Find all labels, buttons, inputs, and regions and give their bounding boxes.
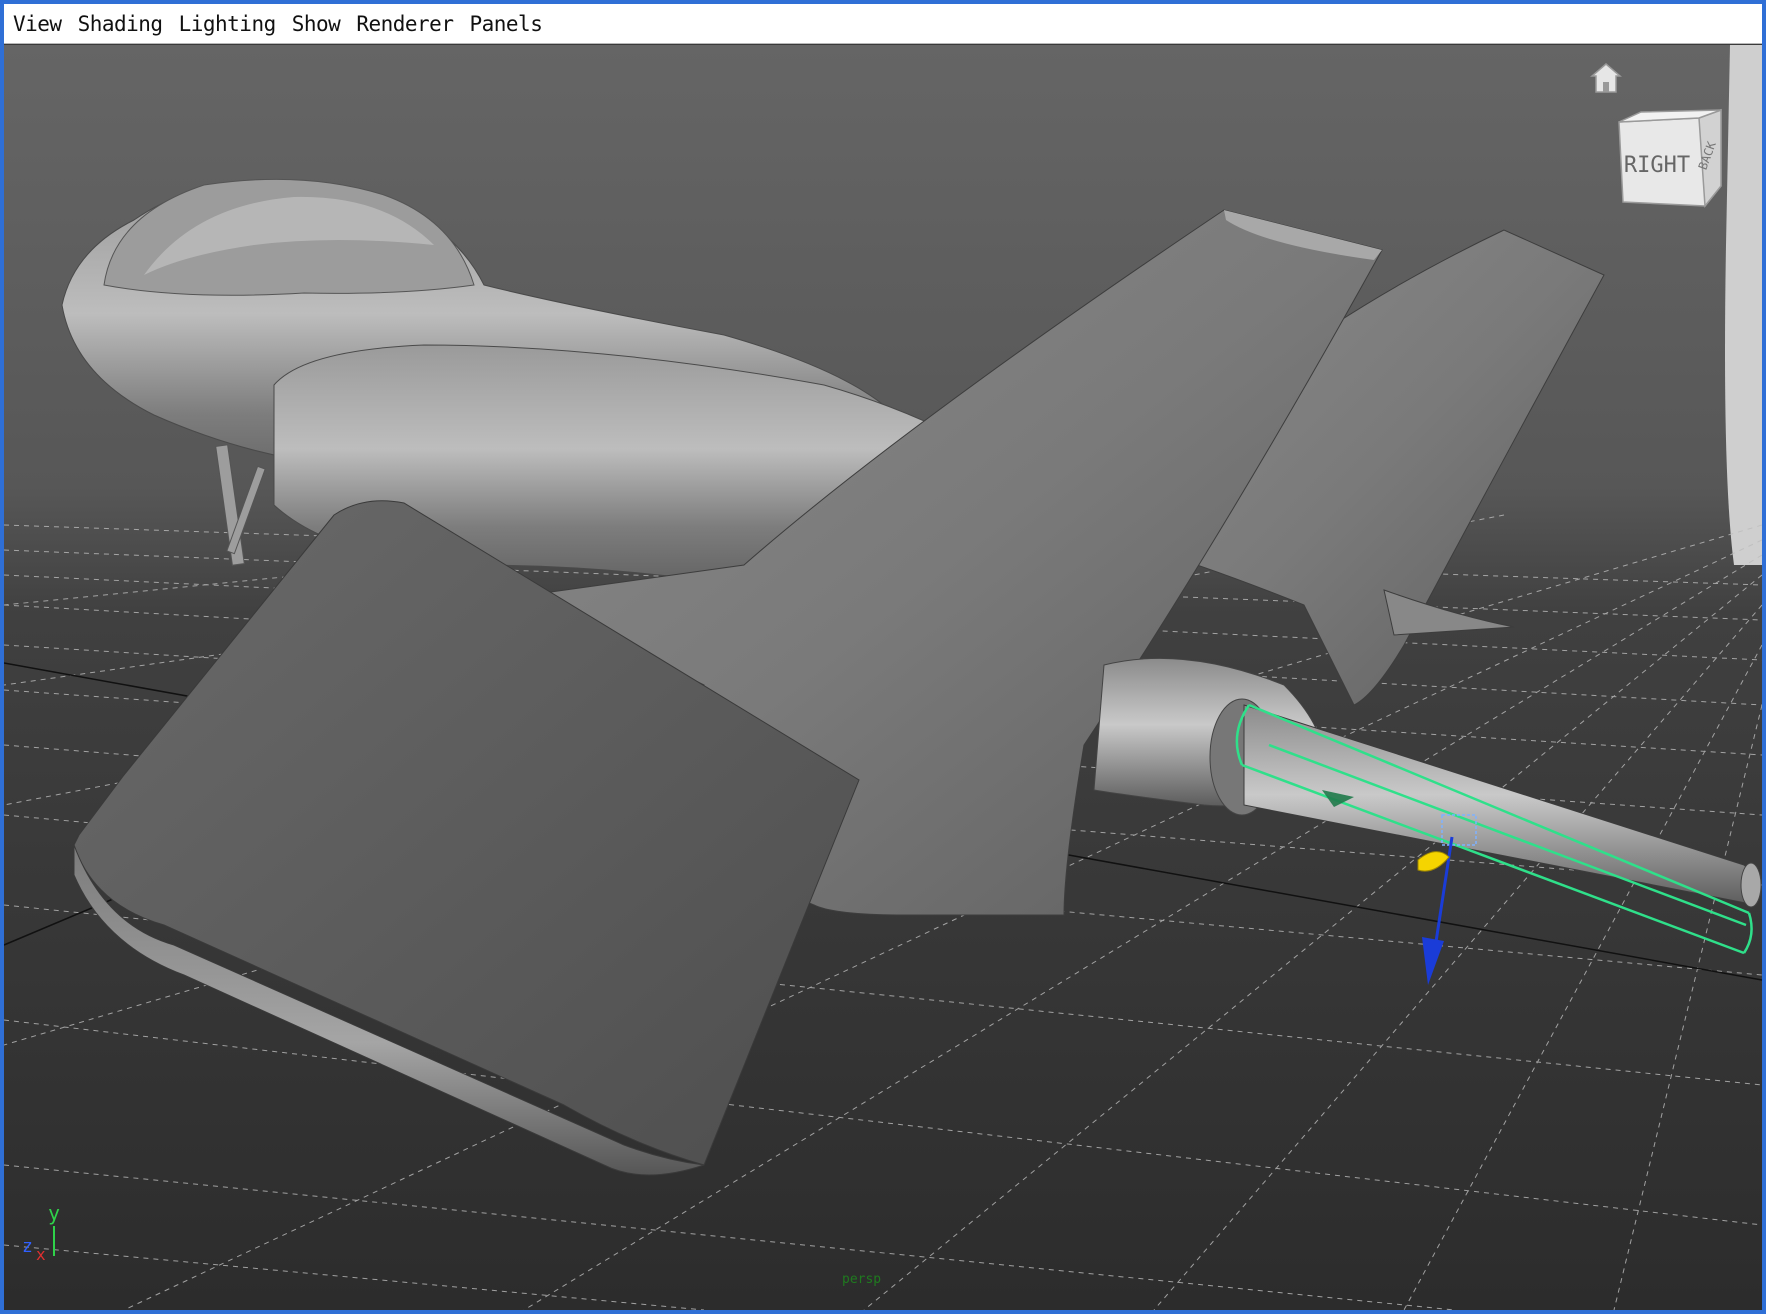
menu-view[interactable]: View bbox=[13, 12, 62, 36]
menu-shading[interactable]: Shading bbox=[78, 12, 164, 36]
scene-canvas[interactable] bbox=[4, 45, 1762, 1310]
home-icon[interactable] bbox=[1589, 62, 1623, 96]
3d-viewport[interactable] bbox=[4, 45, 1762, 1310]
menu-renderer[interactable]: Renderer bbox=[356, 12, 454, 36]
camera-name-label: persp bbox=[842, 1272, 882, 1287]
viewport-window: View Shading Lighting Show Renderer Pane… bbox=[4, 4, 1762, 1310]
viewport-menubar: View Shading Lighting Show Renderer Pane… bbox=[4, 4, 1762, 44]
axis-indicator-icon: y z x bbox=[18, 1200, 78, 1270]
axis-x-label: x bbox=[36, 1245, 46, 1264]
axis-z-label: z bbox=[22, 1236, 33, 1257]
menu-panels[interactable]: Panels bbox=[469, 12, 542, 36]
menu-lighting[interactable]: Lighting bbox=[179, 12, 277, 36]
axis-y-label: y bbox=[48, 1201, 60, 1225]
viewcube-icon[interactable]: RIGHT BACK bbox=[1609, 102, 1739, 232]
viewcube-face-right: RIGHT bbox=[1624, 153, 1690, 178]
menu-show[interactable]: Show bbox=[292, 12, 341, 36]
